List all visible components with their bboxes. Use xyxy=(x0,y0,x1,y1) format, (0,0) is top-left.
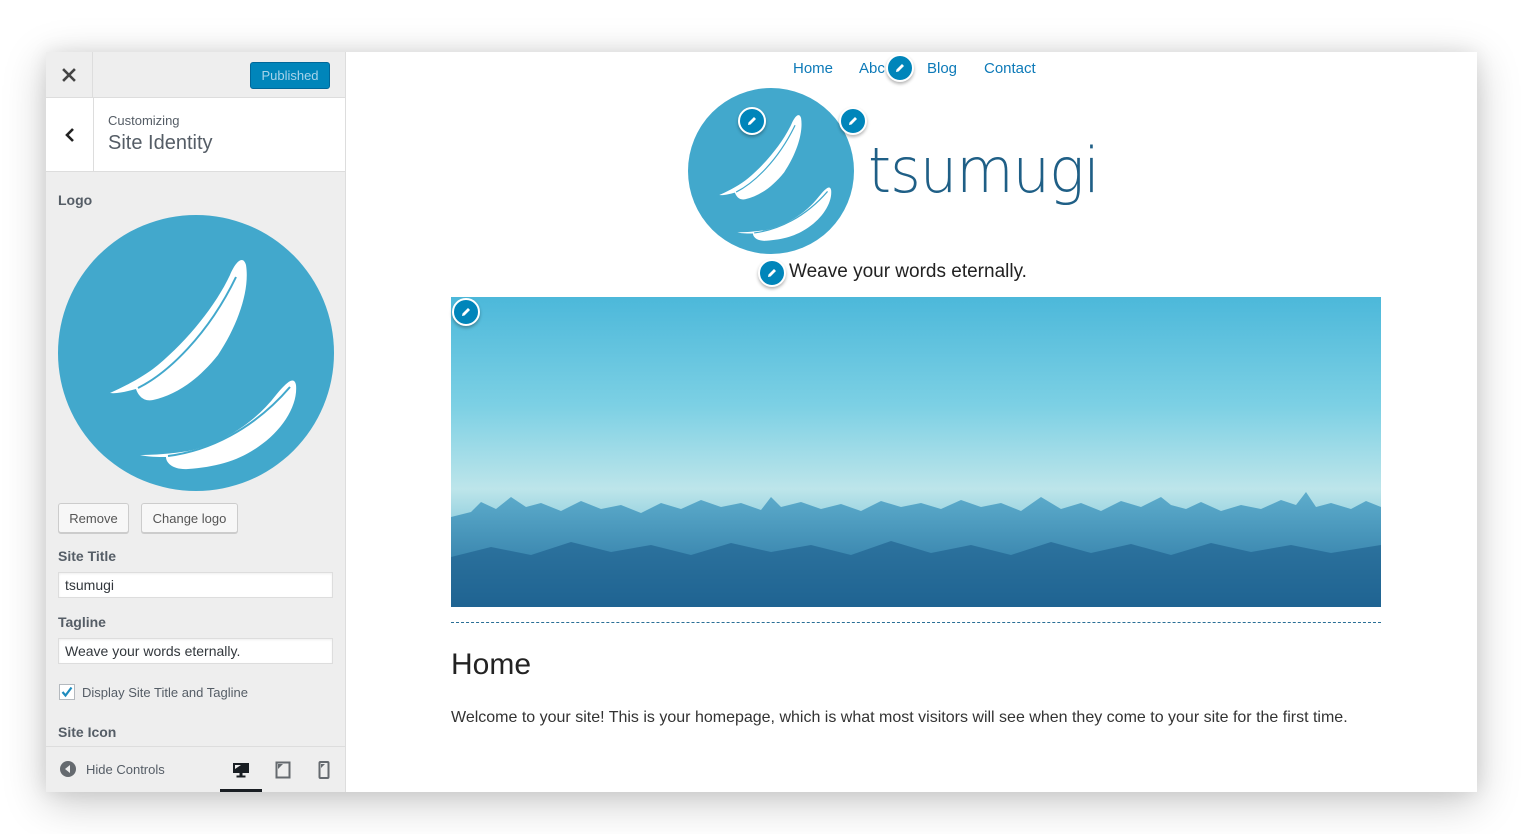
header-divider xyxy=(451,622,1381,623)
change-logo-button[interactable]: Change logo xyxy=(141,503,238,533)
sidebar-footer: Hide Controls xyxy=(46,746,345,792)
nav-link-home[interactable]: Home xyxy=(793,60,833,77)
display-title-tagline-checkbox[interactable] xyxy=(59,684,75,700)
checkmark-icon xyxy=(61,686,73,698)
page-heading: Home xyxy=(451,648,532,681)
mobile-icon xyxy=(318,761,330,779)
sidebar-header: Published xyxy=(46,52,345,98)
preview-desktop-button[interactable] xyxy=(220,747,262,792)
preview-mobile-button[interactable] xyxy=(303,747,345,792)
site-logo[interactable] xyxy=(688,88,854,254)
close-button[interactable] xyxy=(46,52,93,98)
publish-button[interactable]: Published xyxy=(250,62,330,89)
site-tagline: Weave your words eternally. xyxy=(789,261,1027,282)
nav-link-blog[interactable]: Blog xyxy=(927,60,957,77)
site-preview: Home Abc Blog Contact tsumugi Weave your… xyxy=(346,52,1477,792)
nav-link-about[interactable]: Abc xyxy=(859,60,885,77)
tablet-icon xyxy=(275,761,291,779)
back-button[interactable] xyxy=(46,98,94,172)
desktop-icon xyxy=(233,763,249,778)
page-body-text: Welcome to your site! This is your homep… xyxy=(451,709,1348,726)
site-title[interactable]: tsumugi xyxy=(868,134,1100,207)
section-title-bar: Customizing Site Identity xyxy=(46,98,345,172)
tagline-label: Tagline xyxy=(58,614,106,630)
pencil-icon xyxy=(462,308,470,316)
collapse-arrow-icon xyxy=(60,761,76,777)
sidebar-controls: Logo Remove Change logo Site Title Tagli… xyxy=(46,173,345,746)
edit-menu-shortcut[interactable] xyxy=(886,54,914,82)
pencil-icon xyxy=(896,64,904,72)
pencil-icon xyxy=(849,117,857,125)
pencil-icon xyxy=(768,269,776,277)
logo-preview-image[interactable] xyxy=(58,215,334,491)
logo-label: Logo xyxy=(58,192,93,208)
customizer-sidebar: Published Customizing Site Identity Logo xyxy=(46,52,346,792)
section-title: Site Identity xyxy=(108,132,213,154)
chevron-left-icon xyxy=(64,128,74,142)
customizer-window: Published Customizing Site Identity Logo xyxy=(46,52,1477,792)
close-icon xyxy=(62,68,76,82)
pencil-icon xyxy=(748,117,756,125)
edit-tagline-shortcut[interactable] xyxy=(758,259,786,287)
nav-link-contact[interactable]: Contact xyxy=(984,60,1036,77)
edit-site-title-shortcut[interactable] xyxy=(839,107,867,135)
site-icon-label: Site Icon xyxy=(58,724,117,740)
site-title-label: Site Title xyxy=(58,548,117,564)
tagline-input[interactable] xyxy=(58,638,333,664)
remove-logo-button[interactable]: Remove xyxy=(58,503,129,533)
hide-controls-label: Hide Controls xyxy=(86,761,165,777)
display-title-tagline-label: Display Site Title and Tagline xyxy=(82,685,248,700)
edit-header-image-shortcut[interactable] xyxy=(452,298,480,326)
header-image xyxy=(451,297,1381,607)
customizing-label: Customizing xyxy=(108,113,180,128)
site-title-input[interactable] xyxy=(58,572,333,598)
edit-logo-shortcut[interactable] xyxy=(738,107,766,135)
hide-controls-button[interactable]: Hide Controls xyxy=(60,761,165,777)
preview-tablet-button[interactable] xyxy=(262,747,304,792)
